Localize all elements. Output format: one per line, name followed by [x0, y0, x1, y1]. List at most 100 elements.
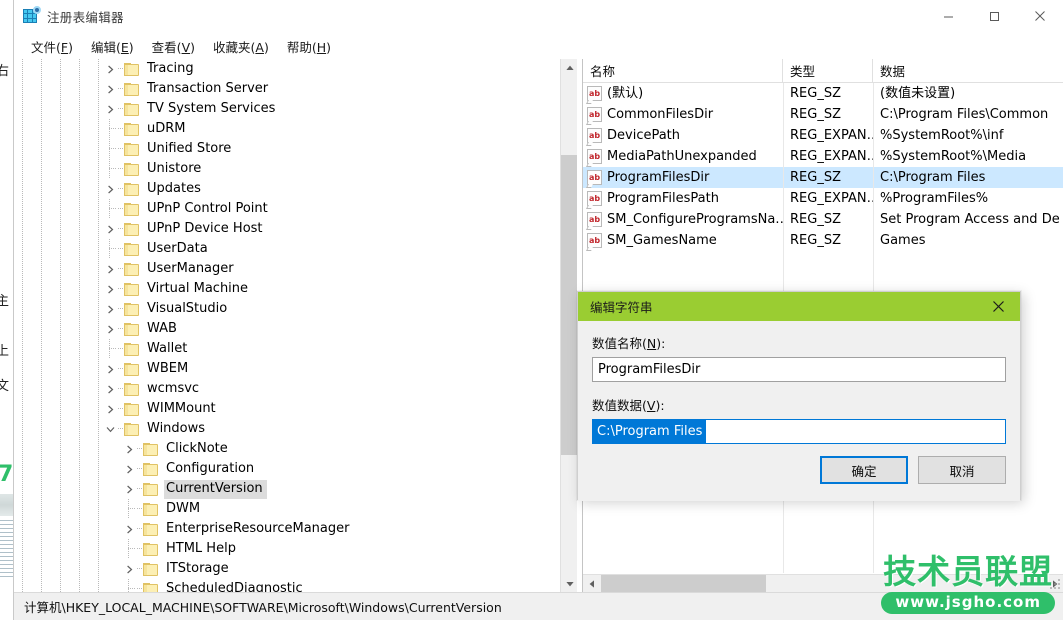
- tree-connector: [102, 159, 118, 179]
- values-row[interactable]: ab(默认)REG_SZ(数值未设置): [583, 83, 1063, 104]
- tree-item-virtual-machine[interactable]: Virtual Machine: [14, 279, 560, 299]
- tree-item-dwm[interactable]: DWM: [14, 499, 560, 519]
- menu-favorites-label: 收藏夹(A): [213, 40, 269, 55]
- menu-view[interactable]: 查看(V): [143, 34, 204, 59]
- tree-item-tv-system-services[interactable]: TV System Services: [14, 99, 560, 119]
- tree-item-unified-store[interactable]: Unified Store: [14, 139, 560, 159]
- chevron-right-icon[interactable]: [102, 399, 118, 419]
- scroll-left-icon[interactable]: [583, 575, 600, 592]
- values-row[interactable]: abProgramFilesPathREG_EXPAN…%ProgramFile…: [583, 188, 1063, 209]
- values-row[interactable]: abProgramFilesDirREG_SZC:\Program Files: [583, 167, 1063, 188]
- chevron-right-icon[interactable]: [102, 359, 118, 379]
- folder-icon: [124, 403, 139, 416]
- string-value-icon: ab: [587, 212, 602, 227]
- tree-item-itstorage[interactable]: ITStorage: [14, 559, 560, 579]
- scroll-down-icon[interactable]: [561, 575, 578, 592]
- menu-file-label: 文件(F): [31, 40, 73, 55]
- column-header-name[interactable]: 名称: [583, 59, 783, 82]
- values-cell-type: REG_EXPAN…: [783, 188, 873, 209]
- values-row[interactable]: abDevicePathREG_EXPAN…%SystemRoot%\inf: [583, 125, 1063, 146]
- tree-vertical-scrollbar[interactable]: [560, 59, 577, 592]
- tree-indent: [14, 399, 102, 419]
- maximize-icon[interactable]: [971, 0, 1017, 32]
- values-cell-type: REG_EXPAN…: [783, 146, 873, 167]
- column-header-data[interactable]: 数据: [873, 59, 1063, 82]
- folder-icon: [124, 283, 139, 296]
- close-icon[interactable]: [1017, 0, 1063, 32]
- tree-item-usermanager[interactable]: UserManager: [14, 259, 560, 279]
- tree-item-wallet[interactable]: Wallet: [14, 339, 560, 359]
- values-scrollbar-thumb[interactable]: [601, 575, 766, 592]
- values-horizontal-scrollbar[interactable]: [583, 574, 1063, 592]
- folder-icon: [143, 483, 158, 496]
- tree-item-label: WIMMount: [145, 400, 220, 419]
- tree-item-userdata[interactable]: UserData: [14, 239, 560, 259]
- chevron-right-icon[interactable]: [102, 179, 118, 199]
- values-row[interactable]: abSM_GamesNameREG_SZGames: [583, 230, 1063, 251]
- values-row[interactable]: abSM_ConfigureProgramsNa…REG_SZSet Progr…: [583, 209, 1063, 230]
- tree-item-scheduleddiagnostic[interactable]: ScheduledDiagnostic: [14, 579, 560, 592]
- tree-item-upnp-device-host[interactable]: UPnP Device Host: [14, 219, 560, 239]
- chevron-right-icon[interactable]: [121, 479, 137, 499]
- tree-scrollbar-thumb[interactable]: [561, 155, 578, 455]
- values-row[interactable]: abCommonFilesDirREG_SZC:\Program Files\C…: [583, 104, 1063, 125]
- tree-item-unistore[interactable]: Unistore: [14, 159, 560, 179]
- tree-item-wab[interactable]: WAB: [14, 319, 560, 339]
- tree-item-label: ITStorage: [164, 560, 233, 579]
- tree-item-label: Windows: [145, 420, 209, 439]
- tree-item-label: DWM: [164, 500, 204, 519]
- values-row[interactable]: abMediaPathUnexpandedREG_EXPAN…%SystemRo…: [583, 146, 1063, 167]
- values-name-label: SM_ConfigureProgramsNa…: [607, 209, 783, 230]
- chevron-down-icon[interactable]: [102, 419, 118, 439]
- chevron-right-icon[interactable]: [121, 559, 137, 579]
- registry-tree[interactable]: TracingTransaction ServerTV System Servi…: [14, 59, 560, 592]
- values-cell-data: C:\Program Files\Common: [873, 104, 1063, 125]
- value-name-input[interactable]: [592, 357, 1006, 382]
- tree-item-windows[interactable]: Windows: [14, 419, 560, 439]
- window-resize-grip[interactable]: [1049, 578, 1062, 591]
- tree-item-html-help[interactable]: HTML Help: [14, 539, 560, 559]
- ok-button[interactable]: 确定: [820, 456, 908, 484]
- tree-item-upnp-control-point[interactable]: UPnP Control Point: [14, 199, 560, 219]
- menu-help[interactable]: 帮助(H): [278, 34, 340, 59]
- tree-item-enterpriseresourcemanager[interactable]: EnterpriseResourceManager: [14, 519, 560, 539]
- chevron-right-icon[interactable]: [102, 59, 118, 79]
- chevron-right-icon[interactable]: [121, 439, 137, 459]
- tree-item-transaction-server[interactable]: Transaction Server: [14, 79, 560, 99]
- tree-item-visualstudio[interactable]: VisualStudio: [14, 299, 560, 319]
- tree-item-wimmount[interactable]: WIMMount: [14, 399, 560, 419]
- value-data-input[interactable]: [592, 419, 1006, 444]
- minimize-icon[interactable]: [925, 0, 971, 32]
- menu-file[interactable]: 文件(F): [22, 34, 82, 59]
- string-value-icon: ab: [587, 107, 602, 122]
- statusbar-path: 计算机\HKEY_LOCAL_MACHINE\SOFTWARE\Microsof…: [24, 597, 502, 616]
- chevron-right-icon[interactable]: [121, 459, 137, 479]
- menu-edit[interactable]: 编辑(E): [82, 34, 143, 59]
- chevron-right-icon[interactable]: [102, 379, 118, 399]
- chevron-right-icon[interactable]: [102, 279, 118, 299]
- registry-grid-icon: [23, 8, 39, 24]
- chevron-right-icon[interactable]: [102, 259, 118, 279]
- values-cell-name: ab(默认): [583, 83, 783, 104]
- tree-item-tracing[interactable]: Tracing: [14, 59, 560, 79]
- chevron-right-icon[interactable]: [102, 319, 118, 339]
- chevron-right-icon[interactable]: [102, 79, 118, 99]
- tree-indent: [14, 119, 102, 139]
- tree-indent: [14, 559, 121, 579]
- cancel-button[interactable]: 取消: [918, 456, 1006, 484]
- tree-item-configuration[interactable]: Configuration: [14, 459, 560, 479]
- tree-item-udrm[interactable]: uDRM: [14, 119, 560, 139]
- tree-item-currentversion[interactable]: CurrentVersion: [14, 479, 560, 499]
- chevron-right-icon[interactable]: [121, 519, 137, 539]
- close-icon[interactable]: [976, 292, 1020, 321]
- tree-item-clicknote[interactable]: ClickNote: [14, 439, 560, 459]
- menu-favorites[interactable]: 收藏夹(A): [204, 34, 278, 59]
- column-header-type[interactable]: 类型: [783, 59, 873, 82]
- tree-item-updates[interactable]: Updates: [14, 179, 560, 199]
- chevron-right-icon[interactable]: [102, 99, 118, 119]
- scroll-up-icon[interactable]: [561, 59, 578, 76]
- chevron-right-icon[interactable]: [102, 219, 118, 239]
- tree-item-wbem[interactable]: WBEM: [14, 359, 560, 379]
- tree-item-wcmsvc[interactable]: wcmsvc: [14, 379, 560, 399]
- chevron-right-icon[interactable]: [102, 299, 118, 319]
